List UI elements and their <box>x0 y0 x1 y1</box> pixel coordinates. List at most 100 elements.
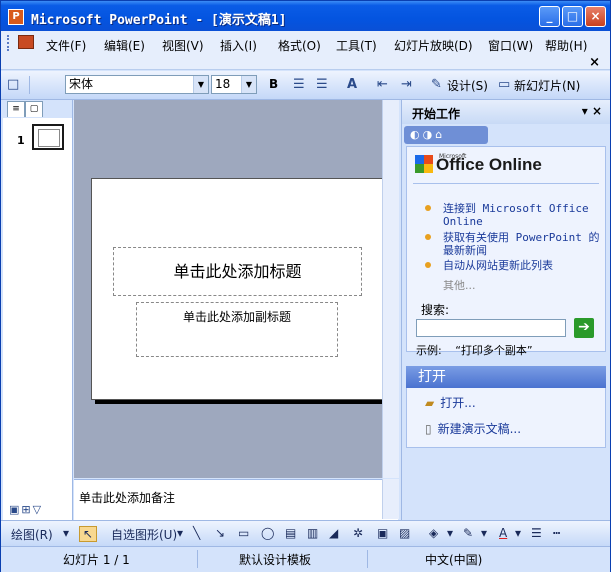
menu-tools[interactable]: 工具(T) <box>336 37 377 54</box>
new-presentation-item[interactable]: ▯ 新建演示文稿... <box>425 420 521 437</box>
slides-tab-icon[interactable]: ▢ <box>25 101 43 117</box>
bold-button[interactable]: B <box>269 77 278 91</box>
status-design: 默认设计模板 <box>239 553 312 567</box>
chevron-down-icon[interactable]: ▼ <box>241 76 256 93</box>
notes-pane[interactable]: 单击此处添加备注 <box>74 479 398 520</box>
link-auto-update[interactable]: 自动从网站更新此列表 <box>443 259 605 272</box>
example-text: “打印多个副本” <box>455 344 533 357</box>
select-pointer-icon[interactable]: ↖ <box>79 526 98 542</box>
wordart-icon[interactable]: ◢ <box>329 526 338 540</box>
task-pane-title: 开始工作 <box>412 107 461 121</box>
menu-window[interactable]: 窗口(W) <box>488 37 533 54</box>
chevron-down-icon[interactable]: ▾ <box>481 526 487 540</box>
oval-icon[interactable]: ◯ <box>261 526 274 540</box>
clipart-icon[interactable]: ▣ <box>377 526 388 540</box>
slideshow-view-icon[interactable]: ▽ <box>33 503 43 516</box>
vertical-textbox-icon[interactable]: ▥ <box>307 526 318 540</box>
increase-indent-icon[interactable]: ⇥ <box>401 77 412 92</box>
new-document-icon[interactable]: □ <box>7 77 19 92</box>
design-button[interactable]: 设计(S) <box>447 77 488 94</box>
increase-font-size-icon[interactable]: A <box>347 77 357 92</box>
menu-slideshow[interactable]: 幻灯片放映(D) <box>394 37 473 54</box>
office-online-logo: Office Online <box>415 155 542 175</box>
menu-edit[interactable]: 编辑(E) <box>104 37 145 54</box>
view-buttons: ▣⊞▽ <box>9 503 43 516</box>
close-document-icon[interactable]: × <box>589 55 600 70</box>
link-latest-news[interactable]: 获取有关使用 PowerPoint 的最新新闻 <box>443 231 605 257</box>
normal-view-icon[interactable]: ▣ <box>9 503 21 516</box>
slides-panel: ≡ ▢ 1 <box>3 100 73 520</box>
home-icon[interactable]: ⌂ <box>435 128 445 141</box>
search-label: 搜索: <box>421 303 450 317</box>
font-name-select[interactable]: 宋体 ▼ <box>65 75 209 94</box>
task-pane-nav: ◐◑⌂ <box>404 126 488 144</box>
arrow-icon[interactable]: ↘ <box>215 526 225 540</box>
dash-style-icon[interactable]: ┅ <box>553 526 560 540</box>
menu-file[interactable]: 文件(F) <box>46 37 86 54</box>
font-size-value: 18 <box>215 77 231 91</box>
new-slide-icon[interactable]: ▭ <box>498 77 510 92</box>
autoshapes-button[interactable]: 自选图形(U) <box>111 526 177 543</box>
chevron-down-icon[interactable]: ▾ <box>447 526 453 540</box>
close-button[interactable]: × <box>585 6 606 27</box>
subtitle-placeholder[interactable]: 单击此处添加副标题 <box>136 302 338 357</box>
slide-sorter-icon[interactable]: ⊞ <box>21 503 32 516</box>
chevron-down-icon[interactable]: ▾ <box>63 526 69 540</box>
line-icon[interactable]: ╲ <box>193 526 200 540</box>
task-pane: 开始工作 ▾ × ◐◑⌂ Microsoft Office Online 连接到… <box>401 100 610 520</box>
slide-scrollbar[interactable] <box>382 100 399 478</box>
back-icon[interactable]: ◐ <box>410 128 423 141</box>
title-bar[interactable]: P Microsoft PowerPoint - [演示文稿1] _ □ × <box>1 1 610 31</box>
fill-color-icon[interactable]: ◈ <box>429 526 438 540</box>
maximize-button[interactable]: □ <box>562 6 583 27</box>
outline-tab-icon[interactable]: ≡ <box>7 101 25 117</box>
search-example: 示例: “打印多个副本” <box>416 342 533 358</box>
document-icon[interactable] <box>18 35 34 49</box>
powerpoint-icon[interactable]: P <box>8 9 24 25</box>
new-slide-button[interactable]: 新幻灯片(N) <box>514 77 580 94</box>
link-connect-office-online[interactable]: 连接到 Microsoft Office Online <box>443 202 605 228</box>
font-color-icon[interactable]: A <box>499 526 507 540</box>
task-pane-header: 开始工作 ▾ × <box>402 100 610 124</box>
search-go-button[interactable]: ➔ <box>574 318 594 338</box>
menu-insert[interactable]: 插入(I) <box>220 37 257 54</box>
textbox-icon[interactable]: ▤ <box>285 526 296 540</box>
menu-format[interactable]: 格式(O) <box>278 37 321 54</box>
chevron-down-icon[interactable]: ▾ <box>177 526 183 540</box>
bullet-icon <box>425 262 431 268</box>
numbered-list-icon[interactable]: ☰ <box>293 77 305 92</box>
bulleted-list-icon[interactable]: ☰ <box>316 77 328 92</box>
toolbar-separator <box>29 76 30 94</box>
open-file-item[interactable]: ▰ 打开... <box>425 394 476 411</box>
example-label: 示例: <box>416 344 442 357</box>
chevron-down-icon[interactable]: ▾ <box>582 104 588 118</box>
design-icon[interactable]: ✎ <box>431 77 442 92</box>
menu-help[interactable]: 帮助(H) <box>545 37 587 54</box>
draw-menu-button[interactable]: 绘图(R) <box>11 526 53 543</box>
chevron-down-icon[interactable]: ▼ <box>193 76 208 93</box>
picture-icon[interactable]: ▨ <box>399 526 410 540</box>
chevron-down-icon[interactable]: ▾ <box>515 526 521 540</box>
divider <box>413 183 599 184</box>
slide-canvas[interactable]: 单击此处添加标题 单击此处添加副标题 <box>91 178 385 400</box>
menu-view[interactable]: 视图(V) <box>162 37 204 54</box>
status-slide-info: 幻灯片 1 / 1 <box>63 553 130 567</box>
search-input[interactable] <box>416 319 566 337</box>
decrease-indent-icon[interactable]: ⇤ <box>377 77 388 92</box>
forward-icon[interactable]: ◑ <box>423 128 436 141</box>
task-pane-controls: ▾ × <box>582 104 602 118</box>
new-presentation-label: 新建演示文稿... <box>437 422 522 436</box>
slide-thumbnail[interactable] <box>32 124 64 150</box>
font-size-select[interactable]: 18 ▼ <box>211 75 257 94</box>
minimize-button[interactable]: _ <box>539 6 560 27</box>
diagram-icon[interactable]: ✲ <box>353 526 363 540</box>
title-placeholder[interactable]: 单击此处添加标题 <box>113 247 362 296</box>
close-icon[interactable]: × <box>592 104 602 118</box>
toolbar-grip-icon[interactable] <box>7 35 12 51</box>
line-color-icon[interactable]: ✎ <box>463 526 473 540</box>
link-other[interactable]: 其他... <box>443 277 476 293</box>
status-bar: 幻灯片 1 / 1 默认设计模板 中文(中国) <box>1 546 610 572</box>
notes-scrollbar[interactable] <box>382 479 399 519</box>
rectangle-icon[interactable]: ▭ <box>238 526 249 540</box>
line-style-icon[interactable]: ☰ <box>531 526 542 540</box>
